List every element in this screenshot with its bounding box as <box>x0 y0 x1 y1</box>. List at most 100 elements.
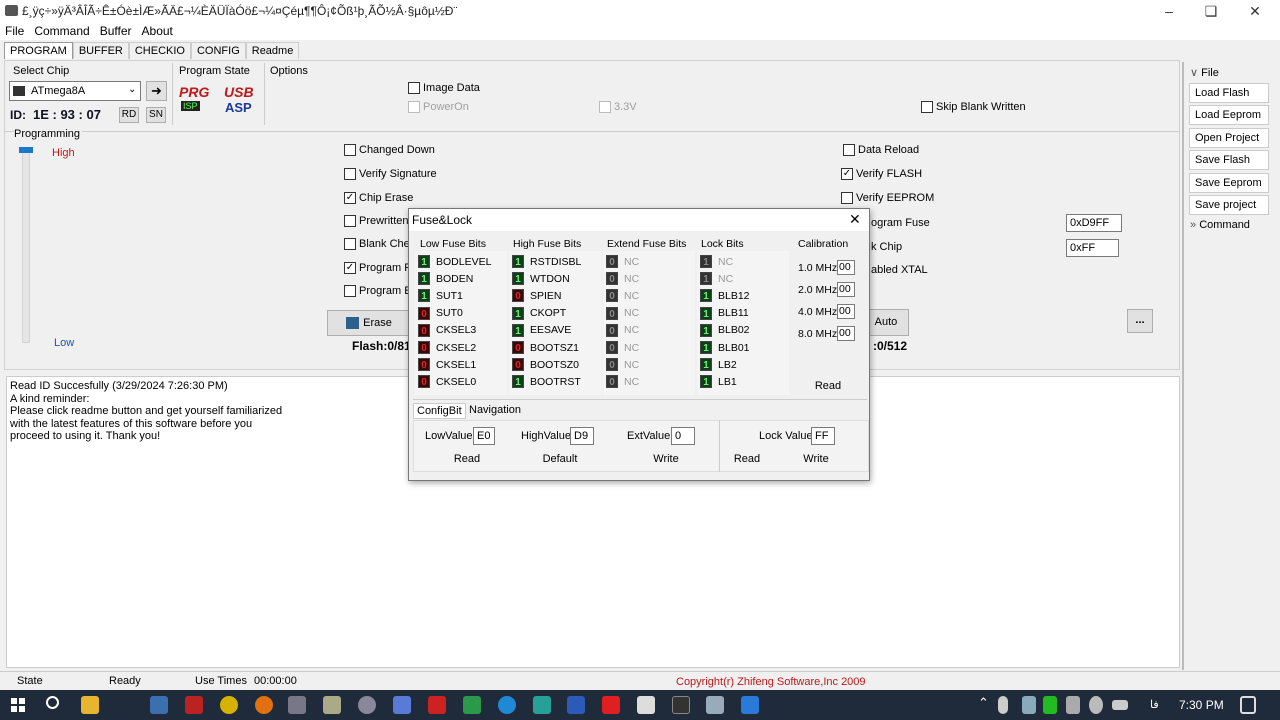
fuse-bit-row[interactable]: 0 NC <box>606 306 639 320</box>
search-icon[interactable] <box>46 696 59 709</box>
fuse-bit-row[interactable]: 1 RSTDISBL <box>512 255 581 268</box>
fuse-bit-toggle[interactable]: 1 <box>512 255 524 268</box>
fuse-read-button[interactable]: Read <box>449 453 485 465</box>
fuse-bit-toggle[interactable]: 1 <box>418 289 430 303</box>
fuse-bit-toggle[interactable]: 1 <box>418 255 430 268</box>
fuse-bit-row[interactable]: 0 NC <box>606 341 639 354</box>
fuse-bit-row[interactable]: 1 NC <box>700 255 733 268</box>
fuse-bit-toggle[interactable]: 0 <box>418 358 430 372</box>
fuse-bit-toggle[interactable]: 1 <box>700 358 712 372</box>
dialog-close-icon[interactable]: ✕ <box>849 211 861 228</box>
fuse-bit-row[interactable]: 1 BLB02 <box>700 323 750 337</box>
menu-buffer[interactable]: Buffer <box>95 22 137 40</box>
network-tool-icon[interactable] <box>150 696 168 714</box>
fuse-bit-toggle[interactable]: 1 <box>512 323 524 337</box>
battery-icon[interactable] <box>1112 700 1128 710</box>
fuse-bit-row[interactable]: 0 NC <box>606 289 639 303</box>
data-reload-checkbox[interactable]: Data Reload <box>843 144 919 156</box>
calibration-value-field[interactable]: 00 <box>837 260 855 275</box>
fuse-bit-row[interactable]: 0 BOOTSZ0 <box>512 358 579 372</box>
fuse-bit-toggle[interactable]: 0 <box>606 272 618 286</box>
fuse-bit-row[interactable]: 0 NC <box>606 255 639 268</box>
pdf-app-icon[interactable] <box>428 696 446 714</box>
verify-eeprom-checkbox[interactable]: Verify EEPROM <box>841 192 934 204</box>
load-eeprom-button[interactable]: Load Eeprom <box>1189 105 1269 125</box>
mic-icon[interactable] <box>998 696 1008 714</box>
programmer-app-icon[interactable] <box>288 696 306 714</box>
app-yellow-icon[interactable] <box>220 696 238 714</box>
fuse-bit-row[interactable]: 0 SUT0 <box>418 306 463 320</box>
low-value-field[interactable]: E0 <box>473 427 495 445</box>
fuse-bit-toggle[interactable]: 1 <box>700 375 712 389</box>
fuse-bit-toggle[interactable]: 1 <box>700 341 712 354</box>
fuse-bit-row[interactable]: 1 BODLEVEL <box>418 255 491 268</box>
document-app-icon[interactable] <box>393 696 411 714</box>
lock-read-button[interactable]: Read <box>729 453 765 465</box>
voltage-checkbox[interactable]: 3.3V <box>599 101 637 113</box>
fuse-bit-toggle[interactable]: 0 <box>512 341 524 354</box>
save-flash-button[interactable]: Save Flash <box>1189 150 1269 170</box>
fuse-bit-row[interactable]: 1 BLB11 <box>700 306 749 320</box>
fuse-bit-toggle[interactable]: 0 <box>512 289 524 303</box>
calibration-value-field[interactable]: 00 <box>837 282 855 297</box>
fuse-bit-row[interactable]: 1 SUT1 <box>418 289 463 303</box>
fuse-bit-toggle[interactable]: 1 <box>512 272 524 286</box>
file-explorer-icon[interactable] <box>81 696 99 714</box>
notification-icon[interactable] <box>1240 696 1256 714</box>
window-app-icon[interactable] <box>706 696 724 714</box>
fuse-bit-row[interactable]: 1 NC <box>700 272 733 286</box>
fuse-bit-toggle[interactable]: 1 <box>700 306 712 320</box>
close-button[interactable]: ✕ <box>1232 0 1278 22</box>
fuse-bit-toggle[interactable]: 0 <box>606 341 618 354</box>
lock-value-field[interactable]: 0xFF <box>1066 239 1119 257</box>
calibration-value-field[interactable]: 00 <box>837 326 855 341</box>
search-app-icon[interactable] <box>255 696 273 714</box>
fuse-bit-toggle[interactable]: 0 <box>606 358 618 372</box>
changed-down-checkbox[interactable]: Changed Down <box>344 144 435 156</box>
fuse-bit-toggle[interactable]: 1 <box>512 375 524 389</box>
minimize-button[interactable]: – <box>1146 0 1192 22</box>
tab-buffer[interactable]: BUFFER <box>72 42 129 59</box>
load-flash-button[interactable]: Load Flash <box>1189 83 1269 103</box>
priority-slider-thumb[interactable] <box>19 147 33 153</box>
fuse-bit-toggle[interactable]: 0 <box>606 323 618 337</box>
dark-app-icon[interactable] <box>672 696 690 714</box>
priority-slider-track[interactable] <box>22 147 30 343</box>
fuse-bit-toggle[interactable]: 0 <box>606 255 618 268</box>
save-project-button[interactable]: Save project <box>1189 195 1269 215</box>
fuse-bit-row[interactable]: 0 CKSEL3 <box>418 323 476 337</box>
volume-icon[interactable] <box>1066 696 1080 714</box>
app-gray-icon[interactable] <box>358 696 376 714</box>
fuse-bit-row[interactable]: 1 LB1 <box>700 375 737 389</box>
vscode-icon[interactable] <box>741 696 759 714</box>
tool-icon[interactable] <box>323 696 341 714</box>
fuse-bit-toggle[interactable]: 0 <box>606 306 618 320</box>
tray-chevron-icon[interactable]: ⌃ <box>978 695 989 711</box>
ext-value-field[interactable]: 0 <box>671 427 695 445</box>
fuse-bit-toggle[interactable]: 0 <box>418 341 430 354</box>
fuse-bit-toggle[interactable]: 1 <box>700 255 712 268</box>
fuse-bit-toggle[interactable]: 0 <box>606 289 618 303</box>
fuse-bit-row[interactable]: 1 BLB12 <box>700 289 750 303</box>
fuse-bit-toggle[interactable]: 1 <box>418 272 430 286</box>
youtube-icon[interactable] <box>602 696 620 714</box>
fuse-bit-toggle[interactable]: 1 <box>700 272 712 286</box>
fuse-bit-row[interactable]: 1 EESAVE <box>512 323 571 337</box>
fuse-bit-row[interactable]: 1 BODEN <box>418 272 473 286</box>
clock[interactable]: 7:30 PM <box>1179 698 1224 712</box>
fuse-bit-toggle[interactable]: 0 <box>512 358 524 372</box>
tab-navigation[interactable]: Navigation <box>467 403 523 417</box>
white-app-icon[interactable] <box>637 696 655 714</box>
open-project-button[interactable]: Open Project <box>1189 128 1269 148</box>
fuse-bit-row[interactable]: 1 BLB01 <box>700 341 750 354</box>
program-flash-checkbox[interactable]: ✓ Program FL <box>344 262 417 274</box>
more-button[interactable]: ... <box>1127 309 1153 333</box>
skip-blank-checkbox[interactable]: Skip Blank Written <box>921 101 1026 113</box>
menu-about[interactable]: About <box>137 22 178 40</box>
fuse-bit-toggle[interactable]: 1 <box>700 323 712 337</box>
lock-write-button[interactable]: Write <box>797 453 835 465</box>
menu-command[interactable]: Command <box>29 22 94 40</box>
tray-app-icon[interactable] <box>1022 696 1036 714</box>
edge-icon[interactable] <box>498 696 516 714</box>
fuse-bit-row[interactable]: 0 CKSEL1 <box>418 358 476 372</box>
